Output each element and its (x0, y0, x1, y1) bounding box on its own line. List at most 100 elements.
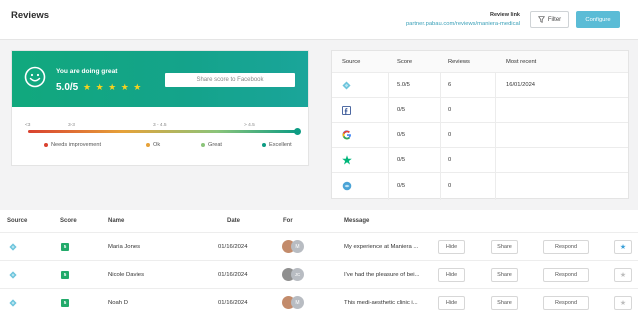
legend-dot (44, 143, 48, 147)
pabau-icon (9, 289, 17, 316)
filter-button[interactable]: Filter (530, 11, 569, 28)
scale-tick: 3 - 4.5 (153, 123, 167, 128)
respond-button[interactable]: Respond (543, 296, 589, 310)
score-headline: You are doing great (56, 68, 118, 75)
score-scale-marker (294, 128, 301, 135)
score-badge: 5 (61, 261, 69, 288)
source-score: 0/5 (397, 182, 406, 189)
pabau-icon (342, 73, 351, 97)
score-banner: You are doing great 5.0/5 ★ ★ ★ ★ ★ Shar… (12, 51, 308, 107)
table-row[interactable]: 5 Maria Jones 01/16/2024 M My experience… (0, 232, 638, 260)
source-row-pabau: 5.0/5 6 16/01/2024 (332, 73, 628, 98)
overall-score: 5.0/5 (56, 82, 79, 93)
score-scale-bar (28, 130, 298, 133)
hide-button[interactable]: Hide (438, 240, 465, 254)
trustpilot-icon (342, 148, 352, 172)
reviewer-name: Nicole Davies (108, 271, 145, 278)
share-button[interactable]: Share (491, 296, 518, 310)
reviews-table: Source Score Name Date For Message 5 Mar… (0, 210, 638, 317)
review-date: 01/16/2024 (218, 271, 248, 278)
hide-button[interactable]: Hide (438, 296, 465, 310)
share-button[interactable]: Share (491, 240, 518, 254)
review-message: This medi-aesthetic clinic i... (344, 299, 418, 306)
review-date: 01/16/2024 (218, 243, 248, 250)
header-score: Score (60, 218, 77, 224)
header-date: Date (227, 218, 241, 224)
scale-tick: > 4.5 (244, 123, 255, 128)
table-row[interactable]: 5 Noah D 01/16/2024 M This medi-aestheti… (0, 288, 638, 316)
source-reviews: 0 (448, 132, 452, 138)
legend-label: Great (208, 142, 222, 148)
header-message: Message (344, 218, 370, 224)
legend-needs-improvement: Needs improvement (44, 142, 101, 148)
star-icon[interactable]: ★ (614, 296, 632, 310)
review-message: My experience at Maniera ... (344, 243, 419, 250)
score-badge: 5 (61, 233, 69, 260)
score-value: 5 (61, 242, 69, 251)
page-header: Reviews Review link partner.pabau.com/re… (0, 0, 638, 40)
review-link-url[interactable]: partner.pabau.com/reviews/maniera-medica… (406, 21, 520, 27)
source-reviews: 6 (448, 82, 452, 88)
scale-tick: <3 (25, 123, 31, 128)
reviewer-name: Maria Jones (108, 243, 141, 250)
header-reviews: Reviews (448, 58, 470, 65)
header-for: For (283, 218, 293, 224)
score-badge: 5 (61, 289, 69, 316)
source-score: 5.0/5 (397, 82, 410, 88)
legend-label: Excellent (269, 142, 292, 148)
header-score: Score (397, 58, 413, 65)
legend-ok: Ok (146, 142, 160, 148)
table-row[interactable]: 5 Nicole Davies 01/16/2024 JC I've had t… (0, 260, 638, 288)
avatar: M (291, 240, 304, 253)
share-to-facebook-button[interactable]: Share score to Facebook (165, 73, 295, 87)
respond-button[interactable]: Respond (543, 268, 589, 282)
respond-button[interactable]: Respond (543, 240, 589, 254)
header-source: Source (7, 218, 28, 224)
source-reviews: 0 (448, 182, 452, 189)
source-row-facebook: 0/5 0 (332, 98, 628, 123)
source-row-google: 0/5 0 (332, 123, 628, 148)
source-most-recent: 16/01/2024 (506, 82, 536, 88)
source-reviews: 0 (448, 157, 452, 163)
configure-button[interactable]: Configure (576, 11, 620, 28)
review-message: I've had the pleasure of bei... (344, 271, 420, 278)
reviewer-name: Noah D (108, 299, 128, 306)
header-name: Name (108, 218, 125, 224)
source-score: 0/5 (397, 107, 406, 113)
pabau-icon (9, 233, 17, 260)
score-summary-card: You are doing great 5.0/5 ★ ★ ★ ★ ★ Shar… (11, 50, 309, 166)
avatar: JC (291, 268, 304, 281)
other-source-icon (342, 173, 352, 198)
score-value: 5 (61, 270, 69, 279)
pabau-icon (9, 261, 17, 288)
sources-table: Source Score Reviews Most recent 5.0/5 6… (331, 50, 629, 200)
legend-dot (201, 143, 205, 147)
facebook-icon (342, 98, 351, 122)
filter-label: Filter (547, 16, 562, 23)
header-source: Source (342, 58, 361, 65)
scale-tick: 3-3 (68, 123, 75, 128)
avatar: M (291, 296, 304, 309)
score-value: 5 (61, 298, 69, 307)
star-icon[interactable]: ★ (614, 240, 632, 254)
legend-dot (262, 143, 266, 147)
legend-dot (146, 143, 150, 147)
source-reviews: 0 (448, 107, 452, 113)
smiley-icon (24, 66, 46, 88)
review-date: 01/16/2024 (218, 299, 248, 306)
share-button[interactable]: Share (491, 268, 518, 282)
filter-icon (537, 16, 545, 23)
sources-header-row: Source Score Reviews Most recent (332, 51, 628, 73)
page-title: Reviews (11, 10, 50, 21)
hide-button[interactable]: Hide (438, 268, 465, 282)
legend-label: Needs improvement (51, 142, 102, 148)
review-link-label: Review link (490, 12, 520, 18)
legend-label: Ok (153, 142, 161, 148)
star-rating: ★ ★ ★ ★ ★ (83, 82, 143, 92)
source-row-other: 0/5 0 (332, 173, 628, 198)
source-row-trustpilot: 0/5 0 (332, 148, 628, 173)
google-icon (342, 123, 352, 147)
legend-great: Great (201, 142, 222, 148)
star-icon[interactable]: ★ (614, 268, 632, 282)
source-score: 0/5 (397, 132, 406, 138)
